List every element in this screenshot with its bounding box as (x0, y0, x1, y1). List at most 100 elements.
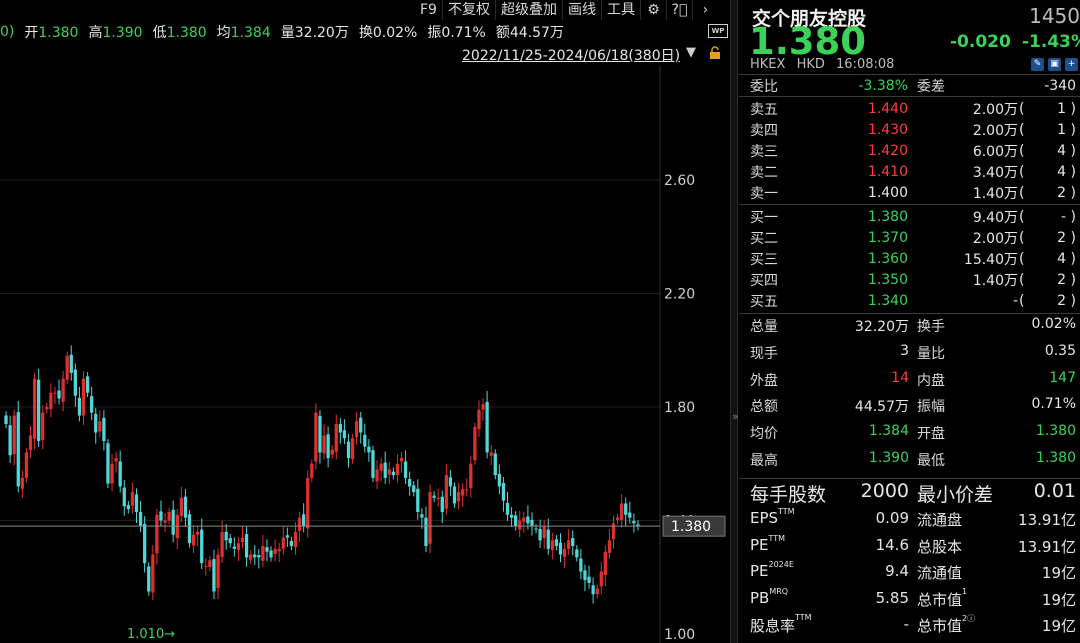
stat-value: 0.02% (1031, 316, 1076, 332)
candle-body (310, 463, 314, 478)
lock-icon[interactable] (708, 46, 722, 60)
stat-label: 最低 (917, 453, 945, 469)
candle-body (163, 520, 167, 523)
chevron-right-icon[interactable]: › (691, 0, 718, 20)
fundamental-value: 13.91亿 (1018, 511, 1076, 529)
candle-body (420, 514, 424, 518)
triangle-down-icon[interactable]: ▼ (686, 45, 696, 60)
tick-label: 最小价差 (917, 484, 994, 506)
toolbar-tools-button[interactable]: 工具 (600, 0, 640, 20)
high-value: 1.390 (102, 25, 143, 41)
stat-label: 均价 (750, 426, 778, 443)
ask-level-label: 卖三 (750, 143, 778, 160)
candle-body (126, 505, 130, 510)
bid-level-row[interactable]: 买五 1.340 -(2 ) (739, 290, 1080, 311)
toolbar-overlay-button[interactable]: 超级叠加 (494, 0, 562, 20)
ask-level-volume: 1.40万 (972, 185, 1018, 202)
order-ratio-row: 委比 -3.38% 委差 -340 (739, 75, 1080, 96)
y-tick-label: 2.20 (664, 287, 695, 303)
fundamental-row: 股息率TTM - 总市值2ⓘ 19亿 (739, 613, 1080, 641)
open-value: 1.380 (38, 25, 79, 41)
paren-open: ( (1019, 184, 1025, 201)
gear-icon[interactable]: ⚙ (639, 0, 666, 20)
stat-row: 总量 32.20万 换手 0.02% (739, 316, 1080, 342)
candle-body (587, 576, 591, 583)
window-icon[interactable]: ▣ (1048, 58, 1061, 71)
amp-label: 振 (427, 25, 442, 41)
quote-time: 16:08:08 (836, 57, 895, 72)
bid-level-label: 买一 (750, 209, 778, 226)
stat-value: 3 (900, 342, 909, 359)
candle-body (322, 435, 326, 454)
current-price-label: 1.380 (671, 519, 711, 535)
bid-level-volume: 9.40万 (972, 209, 1018, 226)
wp-icon[interactable]: WP (708, 24, 728, 38)
stat-label: 外盘 (750, 372, 778, 389)
ask-level-row[interactable]: 卖二 1.410 3.40万(4 ) (739, 161, 1080, 182)
candle-body (90, 396, 94, 413)
help-icon[interactable]: ?⃝ (665, 0, 692, 20)
candle-body (191, 534, 196, 546)
collapse-arrow-icon[interactable]: » (732, 410, 739, 423)
candle-body (302, 514, 306, 527)
ask-level-row[interactable]: 卖三 1.420 6.00万(4 ) (739, 140, 1080, 161)
fundamental-value: 19亿 (1041, 590, 1076, 609)
ask-level-label: 卖五 (750, 101, 778, 118)
candle-body (505, 502, 510, 515)
candle-body (159, 511, 163, 521)
candle-body (342, 430, 347, 439)
candle-body (24, 452, 29, 478)
plus-icon[interactable]: + (1065, 58, 1078, 71)
candle-body (8, 425, 12, 456)
candle-body (65, 355, 69, 380)
candle-body (151, 554, 155, 593)
candle-body (281, 537, 285, 549)
date-range-link[interactable]: 2022/11/25-2024/06/18(380日) (462, 45, 680, 65)
candle-body (485, 401, 489, 453)
candle-body (403, 461, 408, 478)
bid-level-row[interactable]: 买三 1.360 15.40万(4 ) (739, 248, 1080, 269)
toolbar-no-adjust-button[interactable]: 不复权 (441, 0, 495, 20)
bid-level-row[interactable]: 买二 1.370 2.00万(2 ) (739, 227, 1080, 248)
bid-level-row[interactable]: 买一 1.380 9.40万(- ) (739, 206, 1080, 227)
bid-level-row[interactable]: 买四 1.350 1.40万(2 ) (739, 269, 1080, 290)
turnover-value: 0.02% (372, 25, 418, 41)
paren-open: ( (1019, 142, 1025, 159)
candle-body (224, 531, 228, 541)
fundamental-value: 19亿 (1041, 564, 1076, 582)
ask-level-row[interactable]: 卖五 1.440 2.00万(1 ) (739, 98, 1080, 119)
stat-label: 总额 (750, 399, 778, 416)
candle-body (41, 412, 45, 440)
candle-body (416, 488, 420, 512)
stat-row: 均价 1.384 开盘 1.380 (739, 423, 1080, 449)
candle-body (399, 458, 404, 462)
ask-level-price: 1.440 (867, 100, 908, 117)
diff-value: -340 (1044, 77, 1076, 94)
price-change-pct: -1.43% (1022, 32, 1080, 52)
panel-divider[interactable] (730, 0, 738, 643)
edit-icon[interactable]: ✎ (1031, 58, 1044, 71)
toolbar-draw-button[interactable]: 画线 (561, 0, 601, 20)
lot-value: 2000 (860, 480, 909, 502)
candle-body (257, 555, 261, 558)
currency: HKD (796, 57, 825, 72)
stat-row: 外盘 14 内盘 147 (739, 370, 1080, 396)
candle-body (395, 463, 400, 476)
ask-level-volume: 2.00万 (972, 122, 1018, 139)
paren-open: ( (1019, 100, 1025, 117)
candle-body (147, 566, 151, 592)
toolbar-f9-button[interactable]: F9 (415, 0, 442, 20)
ask-level-row[interactable]: 卖四 1.430 2.00万(1 ) (739, 119, 1080, 140)
candle-body (359, 417, 363, 433)
candle-body (297, 517, 302, 531)
ask-level-row[interactable]: 卖一 1.400 1.40万(2 ) (739, 182, 1080, 203)
fundamental-value: 0.09 (875, 509, 909, 527)
candle-body (61, 378, 65, 402)
stat-label: 总量 (750, 319, 778, 335)
candle-body (4, 415, 8, 425)
candlestick-chart[interactable]: 2.602.201.801.401.001.3801.010→ (0, 66, 730, 643)
candle-body (94, 413, 98, 433)
candle-body (375, 469, 379, 482)
bid-level-label: 买四 (750, 272, 778, 289)
candle-body (265, 547, 269, 552)
